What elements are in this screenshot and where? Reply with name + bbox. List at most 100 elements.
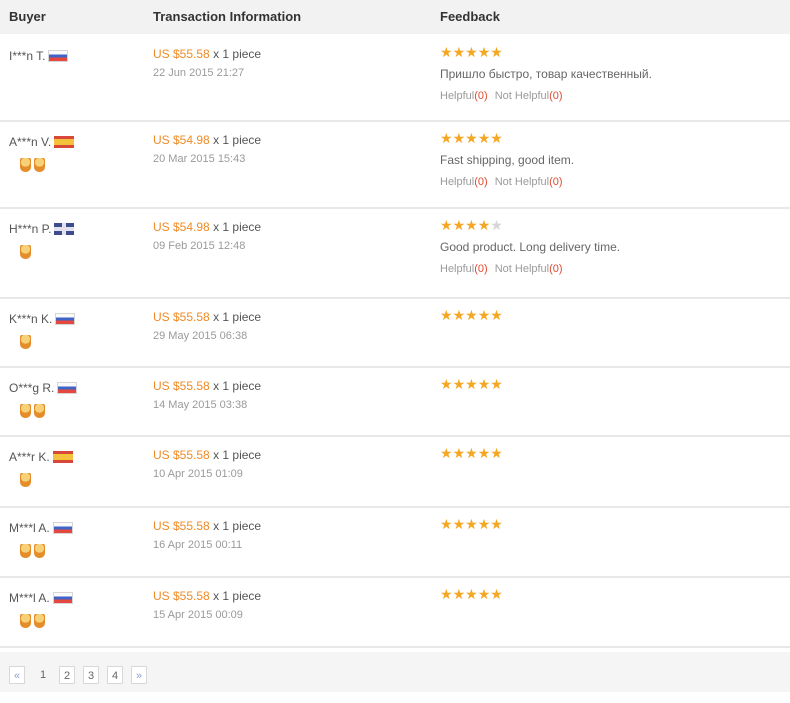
feedback-row: M***l A. US $55.58 x 1 piece 15 Apr 2015 0… [0,578,790,648]
page-4-button[interactable]: 4 [107,666,123,684]
buyer-cell: M***l A. [9,590,73,605]
price-amount: US $55.58 [153,379,210,393]
page-2-button[interactable]: 2 [59,666,75,684]
star-filled-icon: ★ [452,217,466,233]
order-date: 20 Mar 2015 15:43 [153,153,246,165]
star-rating: ★★★★★ [440,45,652,59]
country-flag-icon [52,450,73,463]
price-amount: US $54.98 [153,220,210,234]
star-filled-icon: ★ [465,217,478,233]
medal-icon [20,473,31,487]
order-quantity: x 1 piece [213,519,262,533]
buyer-level-badges [20,473,34,492]
next-page-button[interactable]: » [131,666,147,684]
country-flag-icon [55,312,76,325]
star-filled-icon: ★ [452,307,466,323]
country-flag-icon [54,135,75,148]
order-date: 09 Feb 2015 12:48 [153,240,246,252]
star-filled-icon: ★ [452,130,466,146]
price-amount: US $54.98 [153,133,210,147]
star-filled-icon: ★ [440,445,453,461]
order-quantity: x 1 piece [213,448,262,462]
feedback-cell: ★★★★★ [440,446,503,460]
star-empty-icon: ★ [490,217,503,233]
star-filled-icon: ★ [477,376,491,392]
star-filled-icon: ★ [490,586,503,602]
star-filled-icon: ★ [490,307,503,323]
transaction-cell: US $55.58 x 1 piece 15 Apr 2015 00:09 [153,589,261,621]
price-amount: US $55.58 [153,519,210,533]
star-filled-icon: ★ [477,516,491,532]
buyer-level-badges [20,335,34,354]
order-date: 15 Apr 2015 00:09 [153,609,243,621]
medal-icon [34,544,45,558]
helpful-votes: Helpful(0) Not Helpful(0) [440,263,620,275]
order-quantity: x 1 piece [213,379,262,393]
feedback-column-header: Feedback [440,9,500,24]
order-price: US $55.58 x 1 piece [153,519,261,533]
order-price: US $55.58 x 1 piece [153,589,261,603]
star-filled-icon: ★ [477,130,491,146]
star-filled-icon: ★ [465,130,478,146]
feedback-comment: Good product. Long delivery time. [440,240,621,254]
not-helpful-link[interactable]: Not Helpful [495,90,549,102]
not-helpful-link[interactable]: Not Helpful [495,263,549,275]
transaction-cell: US $55.58 x 1 piece 22 Jun 2015 21:27 [153,47,261,79]
transaction-cell: US $55.58 x 1 piece 10 Apr 2015 01:09 [153,448,261,480]
page-1-button[interactable]: 1 [35,666,51,684]
star-filled-icon: ★ [440,44,453,60]
helpful-link[interactable]: Helpful [440,176,474,188]
buyer-cell: I***n T. [9,48,69,63]
buyer-name: M***l A. [9,520,50,535]
feedback-row: H***n P. US $54.98 x 1 piece 09 Feb 2015 1… [0,209,790,299]
feedback-cell: ★★★★★ [440,377,503,391]
transaction-cell: US $55.58 x 1 piece 29 May 2015 06:38 [153,310,261,342]
order-date: 22 Jun 2015 21:27 [153,67,245,79]
medal-icon [20,614,31,628]
order-quantity: x 1 piece [213,47,262,61]
helpful-link[interactable]: Helpful [440,263,474,275]
order-quantity: x 1 piece [213,220,262,234]
order-price: US $54.98 x 1 piece [153,133,261,147]
buyer-cell: K***n K. [9,311,76,326]
country-flag-icon [52,521,73,534]
helpful-link[interactable]: Helpful [440,90,474,102]
buyer-name: K***n K. [9,311,53,326]
medal-icon [20,404,31,418]
helpful-count: (0) [474,263,488,275]
star-filled-icon: ★ [477,307,491,323]
star-filled-icon: ★ [465,445,478,461]
star-filled-icon: ★ [477,445,491,461]
order-price: US $55.58 x 1 piece [153,310,261,324]
feedback-cell: ★★★★★ Пришло быстро, товар качественный. H… [440,45,652,102]
buyer-name: I***n T. [9,48,46,63]
star-filled-icon: ★ [465,307,478,323]
transaction-cell: US $54.98 x 1 piece 20 Mar 2015 15:43 [153,133,261,165]
buyer-level-badges [20,245,34,264]
prev-page-button[interactable]: « [9,666,25,684]
transaction-cell: US $55.58 x 1 piece 16 Apr 2015 00:11 [153,519,261,551]
star-filled-icon: ★ [452,376,466,392]
buyer-cell: H***n P. [9,221,75,236]
pagination: « 1 2 3 4 » [0,652,790,692]
star-filled-icon: ★ [440,130,453,146]
price-amount: US $55.58 [153,589,210,603]
helpful-count: (0) [474,176,488,188]
not-helpful-count: (0) [549,176,563,188]
country-flag-icon [54,222,75,235]
buyer-name: H***n P. [9,221,52,236]
table-header: Buyer Transaction Information Feedback [0,0,790,34]
not-helpful-link[interactable]: Not Helpful [495,176,549,188]
star-filled-icon: ★ [490,445,503,461]
medal-icon [20,335,31,349]
feedback-row: O***g R. US $55.58 x 1 piece 14 May 2015 0… [0,368,790,437]
not-helpful-count: (0) [549,90,563,102]
buyer-name: M***l A. [9,590,50,605]
star-filled-icon: ★ [465,44,478,60]
buyer-column-header: Buyer [9,9,46,24]
page-3-button[interactable]: 3 [83,666,99,684]
star-filled-icon: ★ [452,445,466,461]
star-filled-icon: ★ [452,516,466,532]
transaction-cell: US $55.58 x 1 piece 14 May 2015 03:38 [153,379,261,411]
order-date: 14 May 2015 03:38 [153,399,248,411]
